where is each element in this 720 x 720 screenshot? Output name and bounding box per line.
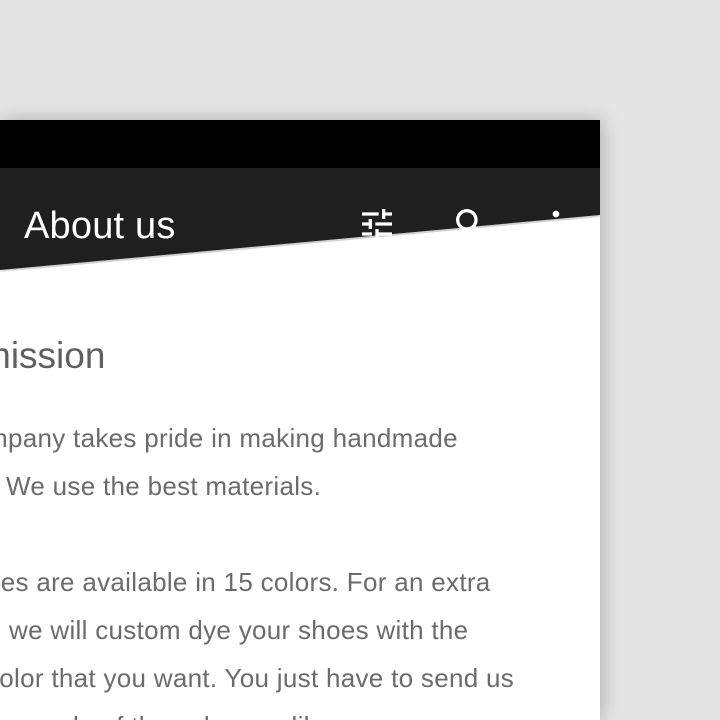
page-title: About us — [24, 205, 176, 247]
paragraph-line: a sample of the color you like. — [0, 702, 514, 720]
paragraph-line: We use the best materials. — [6, 471, 322, 501]
status-bar — [0, 120, 600, 168]
paragraph: mpany takes pride in making handmade We … — [0, 414, 458, 510]
more-vert-icon — [552, 210, 560, 238]
filter-button[interactable] — [353, 200, 401, 248]
search-button[interactable] — [447, 200, 495, 248]
paragraph: oes are available in 15 colors. For an e… — [0, 558, 514, 720]
app-screen: About us mission mpany takes pride in ma… — [0, 120, 600, 720]
paragraph-line: color that you want. You just have to se… — [0, 663, 515, 693]
search-icon — [456, 209, 486, 239]
section-heading: mission — [0, 335, 106, 376]
paragraph-line: , we will custom dye your shoes with the — [0, 615, 469, 645]
tune-icon — [362, 209, 392, 239]
more-options-button[interactable] — [532, 200, 580, 248]
paragraph-line: oes are available in 15 colors. For an e… — [0, 567, 491, 597]
paragraph-line: mpany takes pride in making handmade — [0, 423, 458, 453]
